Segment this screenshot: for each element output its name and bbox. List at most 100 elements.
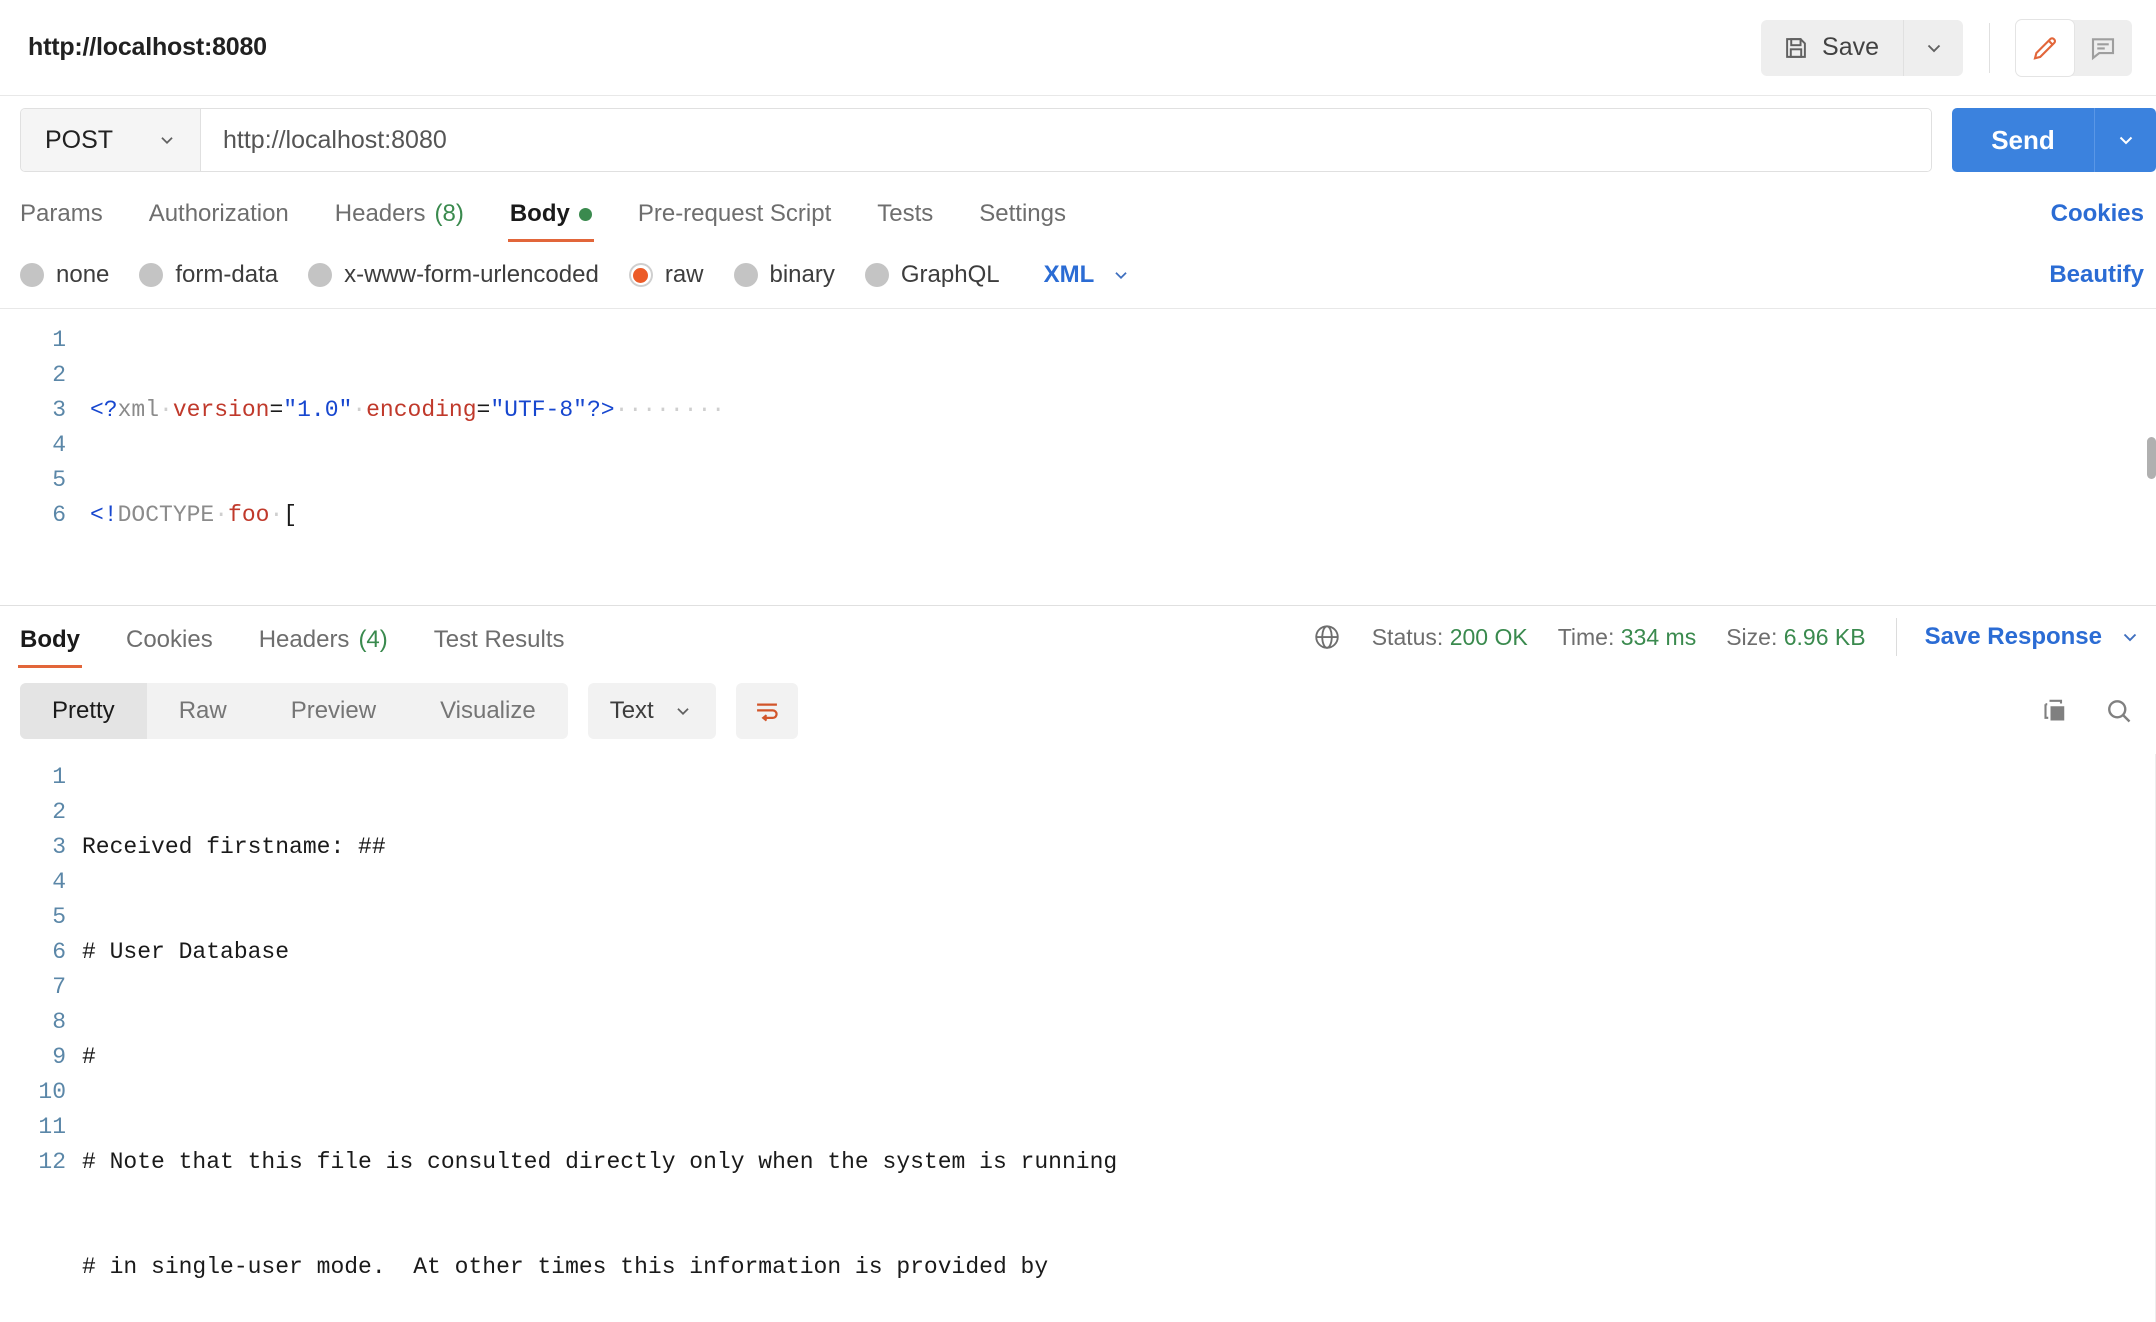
line-number: 4 [52, 432, 66, 458]
http-method-select[interactable]: POST [21, 109, 201, 171]
radio-label: raw [664, 261, 704, 288]
send-options-button[interactable] [2094, 108, 2156, 172]
chevron-down-icon [672, 700, 694, 722]
body-type-graphql[interactable]: GraphQL [864, 261, 1000, 289]
radio-icon [308, 263, 333, 287]
send-button[interactable]: Send [1952, 108, 2094, 172]
response-gutter: 1 2 3 4 5 6 7 8 9 10 11 12 [0, 754, 82, 1322]
response-meta: Status: 200 OK Time: 334 ms Size: 6.96 K… [1282, 618, 2142, 656]
line-number: 7 [52, 974, 66, 1000]
size-label: Size: [1726, 623, 1778, 650]
line-number: 9 [52, 1044, 66, 1070]
response-line: # in single-user mode. At other times th… [82, 1254, 1049, 1280]
size-value: 6.96 KB [1783, 623, 1866, 650]
line-number: 8 [52, 1009, 66, 1035]
line-number: 1 [52, 327, 66, 353]
request-code-area[interactable]: <?xml·version="1.0"·encoding="UTF-8"?>··… [84, 309, 2156, 605]
search-icon[interactable] [2104, 696, 2134, 726]
editor-scrollbar-thumb[interactable] [2147, 437, 2156, 479]
response-toolbar-actions [2040, 696, 2134, 726]
view-raw-button[interactable]: Raw [147, 683, 259, 739]
wrap-text-button[interactable] [735, 683, 798, 739]
response-code-area[interactable]: Received firstname: ## # User Database #… [82, 754, 2156, 1322]
request-tab-bar: Params Authorization Headers (8) Body Pr… [0, 184, 2156, 242]
body-type-row: none form-data x-www-form-urlencoded raw… [0, 242, 2156, 308]
comment-icon [2088, 33, 2118, 63]
body-type-urlencoded[interactable]: x-www-form-urlencoded [308, 261, 599, 289]
page-title: http://localhost:8080 [28, 33, 267, 61]
url-input[interactable] [201, 109, 1931, 171]
body-type-binary[interactable]: binary [733, 261, 835, 289]
tab-params[interactable]: Params [20, 200, 103, 242]
line-number: 3 [52, 834, 66, 860]
tab-label: Headers [258, 626, 350, 653]
view-pretty-button[interactable]: Pretty [20, 683, 147, 739]
beautify-link[interactable]: Beautify [2049, 261, 2144, 289]
line-number: 3 [52, 397, 66, 423]
view-preview-button[interactable]: Preview [259, 683, 408, 739]
copy-icon[interactable] [2040, 696, 2070, 726]
line-number: 5 [52, 467, 66, 493]
line-number: 5 [52, 904, 66, 930]
tab-authorization[interactable]: Authorization [149, 200, 289, 242]
save-button-label: Save [1822, 33, 1879, 61]
status-label: Status: [1371, 623, 1444, 650]
line-number: 6 [52, 939, 66, 965]
response-tab-headers[interactable]: Headers (4) [259, 626, 388, 668]
response-line: # [82, 1044, 96, 1070]
url-bar: POST [20, 108, 1932, 172]
tab-label: Settings [979, 200, 1066, 227]
edit-mode-button[interactable] [2016, 19, 2074, 76]
api-client-window: http://localhost:8080 Save POST http://l… [0, 0, 2156, 1322]
response-body-viewer[interactable]: 1 2 3 4 5 6 7 8 9 10 11 12 Received firs… [0, 754, 2156, 1322]
http-method-value: POST [45, 125, 114, 154]
tab-label: Tests [877, 200, 934, 227]
size-badge: Size: 6.96 KB [1726, 624, 1865, 651]
tab-tests[interactable]: Tests [877, 200, 933, 242]
chevron-down-icon [1922, 36, 1946, 60]
radio-selected-icon [628, 263, 653, 287]
status-badge: Status: 200 OK [1372, 624, 1528, 651]
save-button[interactable]: Save [1761, 19, 1903, 76]
response-tab-test-results[interactable]: Test Results [434, 626, 565, 668]
tab-label: Body [20, 626, 80, 653]
tab-pre-request-script[interactable]: Pre-request Script [638, 200, 831, 242]
body-type-none[interactable]: none [20, 261, 109, 289]
line-number: 2 [52, 362, 66, 388]
globe-icon [1312, 622, 1342, 652]
send-button-group: Send [1952, 108, 2156, 172]
response-line: # Note that this file is consulted direc… [82, 1149, 1118, 1175]
radio-label: none [56, 261, 110, 288]
cookies-link[interactable]: Cookies [2051, 200, 2144, 228]
line-number: 10 [38, 1079, 66, 1105]
tab-body[interactable]: Body [507, 200, 594, 242]
line-number: 4 [52, 869, 66, 895]
radio-label: form-data [175, 261, 279, 288]
divider [1989, 22, 1990, 73]
response-tab-body[interactable]: Body [18, 626, 82, 668]
body-language-select[interactable]: XML [1044, 261, 1133, 289]
body-type-form-data[interactable]: form-data [139, 261, 278, 289]
radio-label: binary [769, 261, 835, 288]
radio-label: x-www-form-urlencoded [344, 261, 599, 288]
tab-label: Headers [334, 200, 426, 227]
time-badge: Time: 334 ms [1558, 624, 1696, 651]
save-options-button[interactable] [1903, 19, 1963, 76]
response-tab-cookies[interactable]: Cookies [126, 626, 213, 668]
tab-settings[interactable]: Settings [979, 200, 1066, 242]
body-type-raw[interactable]: raw [628, 261, 704, 289]
chevron-down-icon [156, 129, 178, 151]
request-body-editor[interactable]: 1 2 3 4 5 6 <?xml·version="1.0"·encoding… [0, 308, 2156, 606]
tab-label: Pre-request Script [637, 200, 832, 227]
save-response-button[interactable]: Save Response [1925, 623, 2102, 651]
tab-label: Cookies [126, 626, 213, 653]
response-view-segmented-control: Pretty Raw Preview Visualize [20, 683, 568, 739]
comments-button[interactable] [2074, 20, 2132, 76]
tab-headers[interactable]: Headers (8) [335, 200, 464, 242]
view-visualize-button[interactable]: Visualize [408, 683, 568, 739]
response-format-select[interactable]: Text [587, 683, 716, 739]
view-mode-toggle-group [2016, 19, 2132, 76]
chevron-down-icon[interactable] [2118, 625, 2142, 649]
floppy-disk-icon [1783, 35, 1809, 61]
response-line: Received firstname: ## [82, 834, 386, 860]
